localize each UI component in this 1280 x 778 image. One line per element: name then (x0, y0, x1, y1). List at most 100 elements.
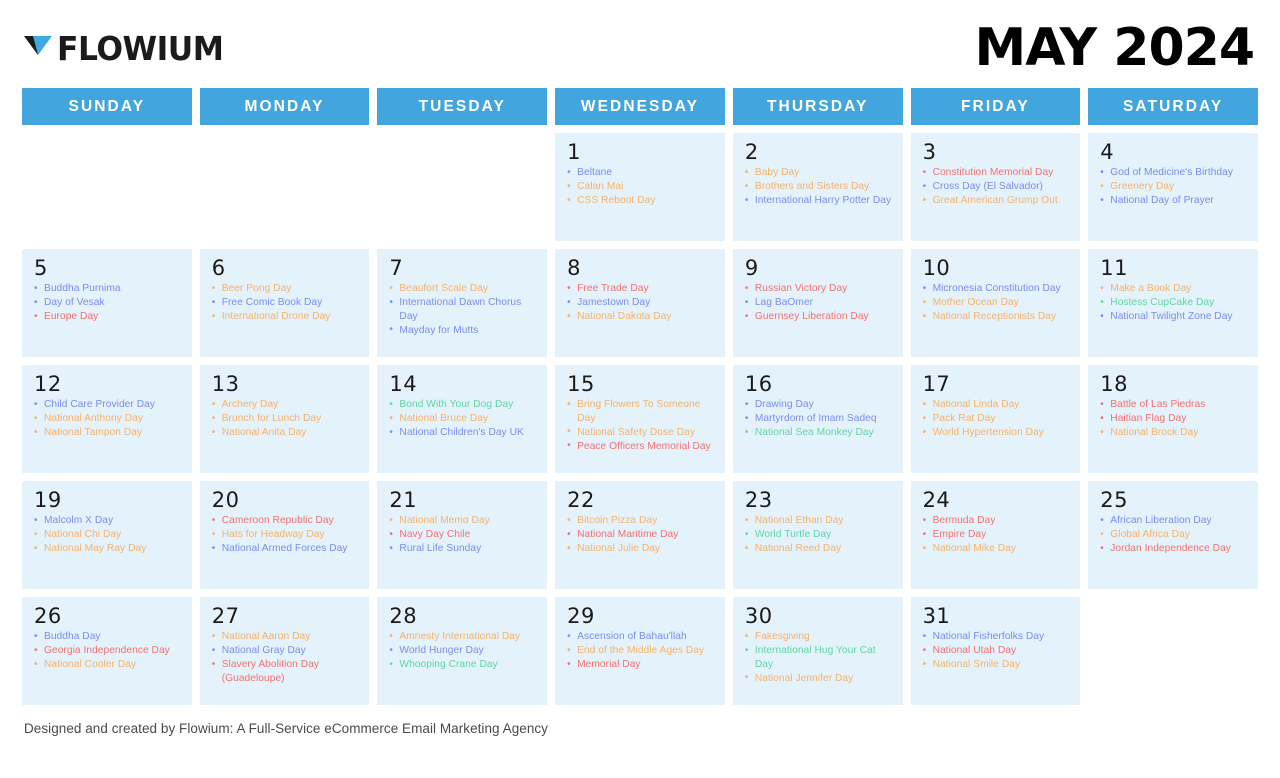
event-item[interactable]: Calan Mai (567, 180, 714, 194)
event-item[interactable]: Free Comic Book Day (212, 296, 359, 310)
event-item[interactable]: Guernsey Liberation Day (745, 310, 892, 324)
event-item[interactable]: National Utah Day (923, 644, 1070, 658)
day-cell[interactable]: 13Archery DayBrunch for Lunch DayNationa… (199, 365, 370, 473)
event-item[interactable]: Peace Officers Memorial Day (567, 439, 714, 454)
event-item[interactable]: Beer Pong Day (212, 282, 359, 296)
event-item[interactable]: National Children's Day UK (389, 426, 536, 440)
day-cell[interactable]: 23National Ethan DayWorld Turtle DayNati… (732, 481, 903, 589)
event-item[interactable]: Free Trade Day (567, 282, 714, 296)
event-item[interactable]: Beaufort Scale Day (389, 282, 536, 296)
event-item[interactable]: National Tampon Day (34, 426, 181, 440)
day-cell[interactable]: 12Child Care Provider DayNational Anthon… (22, 365, 192, 473)
event-item[interactable]: Whooping Crane Day (389, 658, 536, 672)
event-item[interactable]: Bitcoin Pizza Day (567, 514, 714, 528)
day-cell[interactable]: 2Baby DayBrothers and Sisters DayInterna… (732, 133, 903, 241)
event-item[interactable]: World Turtle Day (745, 528, 892, 542)
event-item[interactable]: Mayday for Mutts (389, 323, 536, 338)
event-item[interactable]: National Jennifer Day (745, 671, 892, 686)
day-cell[interactable]: 18Battle of Las PiedrasHaitian Flag DayN… (1088, 365, 1258, 473)
day-cell[interactable]: 29Ascension of Bahau'llahEnd of the Midd… (555, 597, 725, 705)
event-item[interactable]: National Mike Day (923, 542, 1070, 556)
event-item[interactable]: Memorial Day (567, 658, 714, 672)
event-item[interactable]: Martyrdom of Imam Sadeq (745, 412, 892, 426)
event-item[interactable]: Pack Rat Day (923, 412, 1070, 426)
event-item[interactable]: Malcolm X Day (34, 514, 181, 528)
event-item[interactable]: National Anita Day (212, 426, 359, 440)
event-item[interactable]: National Armed Forces Day (212, 542, 359, 556)
event-item[interactable]: Great American Grump Out (923, 194, 1070, 208)
event-item[interactable]: Amnesty International Day (389, 630, 536, 644)
event-item[interactable]: Buddha Day (34, 630, 181, 644)
event-item[interactable]: Micronesia Constitution Day (923, 282, 1070, 296)
event-item[interactable]: CSS Reboot Day (567, 194, 714, 208)
event-item[interactable]: God of Medicine's Birthday (1100, 166, 1247, 180)
day-cell[interactable]: 1BeltaneCalan MaiCSS Reboot Day (555, 133, 725, 241)
event-item[interactable]: Hats for Headway Day (212, 528, 359, 542)
event-item[interactable]: National Maritime Day (567, 528, 714, 542)
event-item[interactable]: National Gray Day (212, 644, 359, 658)
event-item[interactable]: National Julie Day (567, 542, 714, 556)
event-item[interactable]: End of the Middle Ages Day (567, 644, 714, 658)
event-item[interactable]: Baby Day (745, 166, 892, 180)
event-item[interactable]: Lag BaOmer (745, 296, 892, 310)
event-item[interactable]: National Smile Day (923, 658, 1070, 672)
event-item[interactable]: National Bruce Day (389, 412, 536, 426)
event-item[interactable]: National Reed Day (745, 542, 892, 556)
event-item[interactable]: National Brock Day (1100, 426, 1247, 440)
event-item[interactable]: Buddha Purnima (34, 282, 181, 296)
event-item[interactable]: National Twilight Zone Day (1100, 310, 1247, 324)
event-item[interactable]: Haitian Flag Day (1100, 412, 1247, 426)
day-cell[interactable]: 26Buddha DayGeorgia Independence DayNati… (22, 597, 192, 705)
event-item[interactable]: Slavery Abolition Day (Guadeloupe) (212, 658, 359, 685)
event-item[interactable]: World Hunger Day (389, 644, 536, 658)
event-item[interactable]: African Liberation Day (1100, 514, 1247, 528)
event-item[interactable]: National Safety Dose Day (567, 425, 714, 440)
event-item[interactable]: Drawing Day (745, 398, 892, 412)
event-item[interactable]: Mother Ocean Day (923, 296, 1070, 310)
day-cell[interactable]: 5Buddha PurnimaDay of VesakEurope Day (22, 249, 192, 357)
event-item[interactable]: National Anthony Day (34, 412, 181, 426)
event-item[interactable]: International Drone Day (212, 310, 359, 324)
event-item[interactable]: Greenery Day (1100, 180, 1247, 194)
event-item[interactable]: Georgia Independence Day (34, 644, 181, 658)
day-cell[interactable]: 16Drawing DayMartyrdom of Imam SadeqNati… (732, 365, 903, 473)
event-item[interactable]: Brothers and Sisters Day (745, 180, 892, 194)
event-item[interactable]: Archery Day (212, 398, 359, 412)
event-item[interactable]: Global Africa Day (1100, 528, 1247, 542)
day-cell[interactable]: 30FakesgivingInternational Hug Your Cat … (732, 597, 903, 705)
event-item[interactable]: Fakesgiving (745, 630, 892, 644)
day-cell[interactable]: 6Beer Pong DayFree Comic Book DayInterna… (199, 249, 370, 357)
event-item[interactable]: National Day of Prayer (1100, 194, 1247, 208)
day-cell[interactable]: 31National Fisherfolks DayNational Utah … (910, 597, 1081, 705)
event-item[interactable]: International Hug Your Cat Day (745, 644, 892, 671)
event-item[interactable]: Child Care Provider Day (34, 398, 181, 412)
day-cell[interactable]: 3Constitution Memorial DayCross Day (El … (910, 133, 1081, 241)
event-item[interactable]: Constitution Memorial Day (923, 166, 1070, 180)
event-item[interactable]: National Cooler Day (34, 658, 181, 672)
day-cell[interactable]: 14Bond With Your Dog DayNational Bruce D… (377, 365, 548, 473)
day-cell[interactable]: 20Cameroon Republic DayHats for Headway … (199, 481, 370, 589)
event-item[interactable]: National Ethan Day (745, 514, 892, 528)
event-item[interactable]: Bond With Your Dog Day (389, 398, 536, 412)
day-cell[interactable]: 19Malcolm X DayNational Chi DayNational … (22, 481, 192, 589)
event-item[interactable]: Rural Life Sunday (389, 542, 536, 556)
day-cell[interactable]: 4God of Medicine's BirthdayGreenery DayN… (1088, 133, 1258, 241)
event-item[interactable]: Battle of Las Piedras (1100, 398, 1247, 412)
day-cell[interactable]: 27National Aaron DayNational Gray DaySla… (199, 597, 370, 705)
day-cell[interactable]: 28Amnesty International DayWorld Hunger … (377, 597, 548, 705)
event-item[interactable]: Make a Book Day (1100, 282, 1247, 296)
day-cell[interactable]: 8Free Trade DayJamestown DayNational Dak… (555, 249, 725, 357)
day-cell[interactable]: 10Micronesia Constitution DayMother Ocea… (910, 249, 1081, 357)
event-item[interactable]: Russian Victory Day (745, 282, 892, 296)
day-cell[interactable]: 11Make a Book DayHostess CupCake DayNati… (1088, 249, 1258, 357)
event-item[interactable]: Jamestown Day (567, 296, 714, 310)
event-item[interactable]: Brunch for Lunch Day (212, 412, 359, 426)
event-item[interactable]: National Dakota Day (567, 310, 714, 324)
event-item[interactable]: Hostess CupCake Day (1100, 296, 1247, 310)
event-item[interactable]: Empire Day (923, 528, 1070, 542)
event-item[interactable]: National Sea Monkey Day (745, 426, 892, 440)
event-item[interactable]: National Fisherfolks Day (923, 630, 1070, 644)
event-item[interactable]: International Harry Potter Day (745, 194, 892, 208)
day-cell[interactable]: 7Beaufort Scale DayInternational Dawn Ch… (377, 249, 548, 357)
event-item[interactable]: Ascension of Bahau'llah (567, 630, 714, 644)
